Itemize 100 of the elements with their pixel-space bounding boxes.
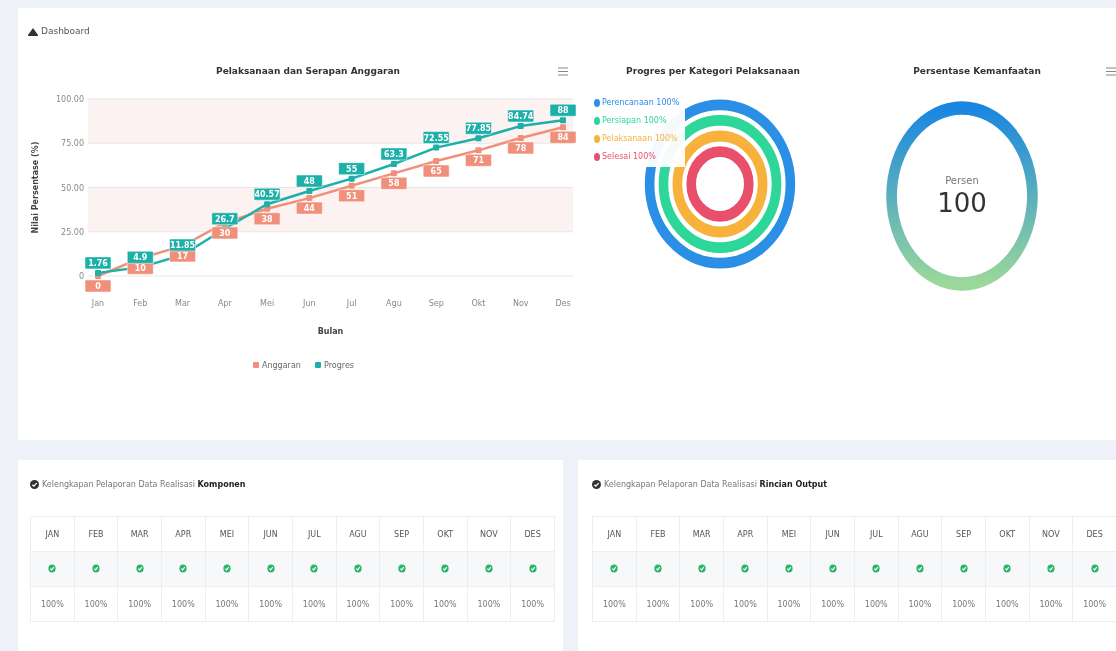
percent-cell: 100% <box>248 586 293 622</box>
legend-item[interactable]: Anggaran <box>253 361 301 370</box>
data-label: 30 <box>219 228 231 238</box>
month-header: MAR <box>117 516 162 552</box>
month-header: DES <box>510 516 555 552</box>
table-title: Kelengkapan Pelaporan Data Realisasi Komponen <box>42 479 246 489</box>
chart-title: Pelaksanaan dan Serapan Anggaran <box>216 66 400 76</box>
data-label: 0 <box>84 279 112 293</box>
data-label: 51 <box>346 191 358 201</box>
data-point <box>390 170 397 177</box>
data-label: 26.7 <box>214 214 235 224</box>
data-label: 17 <box>176 251 189 261</box>
month-header: OKT <box>985 516 1030 552</box>
y-tick-label: 50.00 <box>61 183 84 193</box>
data-label: 4.9 <box>133 253 148 263</box>
menu-icon[interactable] <box>1106 67 1116 76</box>
month-header: APR <box>161 516 206 552</box>
x-tick-label: Sep <box>428 299 444 308</box>
data-point <box>475 135 482 142</box>
percent-cell: 100% <box>117 586 162 622</box>
month-header: NOV <box>467 516 511 552</box>
x-tick-label: Okt <box>471 299 486 308</box>
data-label: 58 <box>388 179 400 189</box>
percent-cell: 100% <box>679 586 724 622</box>
data-label: 1.76 <box>84 256 112 270</box>
percent-cell: 100% <box>74 586 118 622</box>
month-header: FEB <box>74 516 118 552</box>
x-tick-label: Mei <box>260 299 275 308</box>
percent-cell: 100% <box>898 586 942 622</box>
percent-cell: 100% <box>592 586 637 622</box>
check-circle-icon <box>30 479 39 489</box>
data-point <box>390 160 397 167</box>
month-header: SEP <box>941 516 986 552</box>
x-tick-label: Nov <box>512 299 529 308</box>
breadcrumb[interactable]: Dashboard <box>41 26 90 36</box>
legend-item[interactable]: Progres <box>315 361 354 370</box>
month-header: AGU <box>898 516 942 552</box>
table-title: Kelengkapan Pelaporan Data Realisasi Rincian Output <box>604 479 828 489</box>
data-label: 71 <box>465 154 492 167</box>
data-label: 55 <box>338 162 365 175</box>
data-label: 65 <box>430 166 443 176</box>
data-label: 38 <box>253 212 281 225</box>
data-label: 26.7 <box>211 212 239 225</box>
data-point <box>517 134 524 141</box>
y-tick-label: 75.00 <box>61 139 84 149</box>
month-header: JUN <box>810 516 855 552</box>
percent-cell: 100% <box>767 586 811 622</box>
x-tick-label: Feb <box>133 299 148 308</box>
gauge-caption: Persen <box>945 175 979 186</box>
data-label: 51 <box>338 189 365 202</box>
data-label: 63.3 <box>380 147 408 161</box>
data-label: 72.55 <box>422 131 450 144</box>
percent-cell: 100% <box>423 586 468 622</box>
check-circle-icon <box>592 479 601 489</box>
legend-label[interactable]: Perencanaan 100% <box>602 98 680 107</box>
percent-cell: 100% <box>161 586 206 622</box>
data-point <box>517 123 524 129</box>
data-label: 55 <box>346 164 358 174</box>
x-axis-title: Bulan <box>317 327 344 336</box>
x-tick-label: Jan <box>91 299 105 308</box>
data-label: 88 <box>549 104 577 117</box>
data-label: 84 <box>549 131 577 144</box>
x-tick-label: Agu <box>386 299 402 308</box>
percent-cell: 100% <box>30 586 75 622</box>
month-header: APR <box>723 516 768 552</box>
x-tick-label: Jul <box>346 299 357 308</box>
gauge-value: 100 <box>937 188 987 218</box>
y-tick-label: 25.00 <box>61 227 84 237</box>
percent-cell: 100% <box>941 586 986 622</box>
legend-label: Progres <box>324 361 354 370</box>
percent-cell: 100% <box>379 586 424 622</box>
month-header: MEI <box>767 516 811 552</box>
legend-label[interactable]: Persiapan 100% <box>602 116 667 125</box>
percent-cell: 100% <box>1029 586 1073 622</box>
data-label: 84.74 <box>507 109 534 123</box>
month-header: AGU <box>336 516 380 552</box>
month-header: OKT <box>423 516 468 552</box>
data-label: 40.57 <box>253 187 281 201</box>
y-tick-label: 0 <box>78 272 84 281</box>
percent-cell: 100% <box>854 586 899 622</box>
percent-cell: 100% <box>336 586 380 622</box>
percent-cell: 100% <box>467 586 511 622</box>
data-label: 11.85 <box>169 238 196 252</box>
month-header: JUN <box>248 516 293 552</box>
month-header: JAN <box>592 516 637 552</box>
chart-title: Persentase Kemanfaatan <box>913 66 1041 76</box>
legend-label[interactable]: Selesai 100% <box>602 152 656 161</box>
percent-cell: 100% <box>205 586 249 622</box>
x-tick-label: Jun <box>303 299 316 308</box>
month-header: FEB <box>636 516 680 552</box>
legend-label: Anggaran <box>262 361 301 370</box>
home-icon <box>28 26 38 36</box>
data-label: 44 <box>296 201 323 215</box>
data-label: 4.9 <box>127 251 154 264</box>
menu-icon[interactable] <box>558 67 568 76</box>
data-label: 63.3 <box>384 149 404 159</box>
month-header: MEI <box>205 516 249 552</box>
data-label: 1.76 <box>88 258 109 268</box>
y-axis-title: Nilai Persentase (%) <box>31 141 40 234</box>
data-label: 48 <box>303 177 316 187</box>
